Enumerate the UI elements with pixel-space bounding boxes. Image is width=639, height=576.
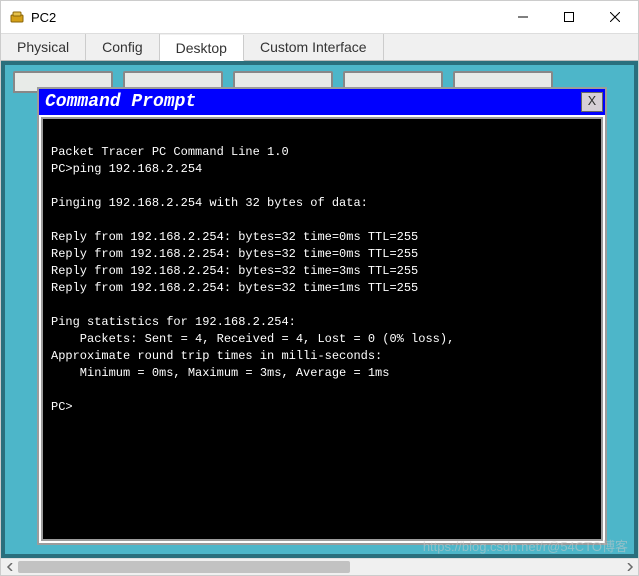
tab-physical[interactable]: Physical bbox=[1, 34, 86, 60]
scroll-thumb[interactable] bbox=[18, 561, 350, 573]
window-controls bbox=[500, 1, 638, 33]
maximize-icon bbox=[564, 12, 574, 22]
window-title: PC2 bbox=[31, 10, 500, 25]
tab-label: Config bbox=[102, 39, 142, 55]
chevron-left-icon bbox=[6, 563, 14, 571]
horizontal-scrollbar[interactable] bbox=[1, 558, 638, 575]
minimize-icon bbox=[518, 12, 528, 22]
desktop-background: Command Prompt X Packet Tracer PC Comman… bbox=[1, 61, 638, 558]
command-prompt-title: Command Prompt bbox=[45, 92, 581, 112]
command-prompt-titlebar[interactable]: Command Prompt X bbox=[39, 89, 605, 115]
maximize-button[interactable] bbox=[546, 1, 592, 33]
close-icon bbox=[610, 12, 620, 22]
tab-label: Physical bbox=[17, 39, 69, 55]
titlebar: PC2 bbox=[1, 1, 638, 33]
chevron-right-icon bbox=[626, 563, 634, 571]
tab-custom-interface[interactable]: Custom Interface bbox=[244, 34, 384, 60]
app-window: PC2 Physical Config Desktop Custom Inter… bbox=[0, 0, 639, 576]
scroll-left-arrow[interactable] bbox=[1, 559, 18, 575]
content-area: Command Prompt X Packet Tracer PC Comman… bbox=[1, 61, 638, 575]
command-prompt-window: Command Prompt X Packet Tracer PC Comman… bbox=[37, 87, 607, 545]
minimize-button[interactable] bbox=[500, 1, 546, 33]
tab-config[interactable]: Config bbox=[86, 34, 159, 60]
close-button[interactable] bbox=[592, 1, 638, 33]
command-prompt-close-button[interactable]: X bbox=[581, 92, 603, 112]
close-x-label: X bbox=[588, 94, 596, 110]
tab-label: Desktop bbox=[176, 40, 227, 56]
command-prompt-terminal[interactable]: Packet Tracer PC Command Line 1.0 PC>pin… bbox=[41, 117, 603, 541]
tab-bar: Physical Config Desktop Custom Interface bbox=[1, 33, 638, 61]
tab-desktop[interactable]: Desktop bbox=[160, 35, 244, 61]
scroll-track[interactable] bbox=[18, 559, 621, 575]
tab-label: Custom Interface bbox=[260, 39, 367, 55]
app-icon bbox=[9, 9, 25, 25]
scroll-right-arrow[interactable] bbox=[621, 559, 638, 575]
